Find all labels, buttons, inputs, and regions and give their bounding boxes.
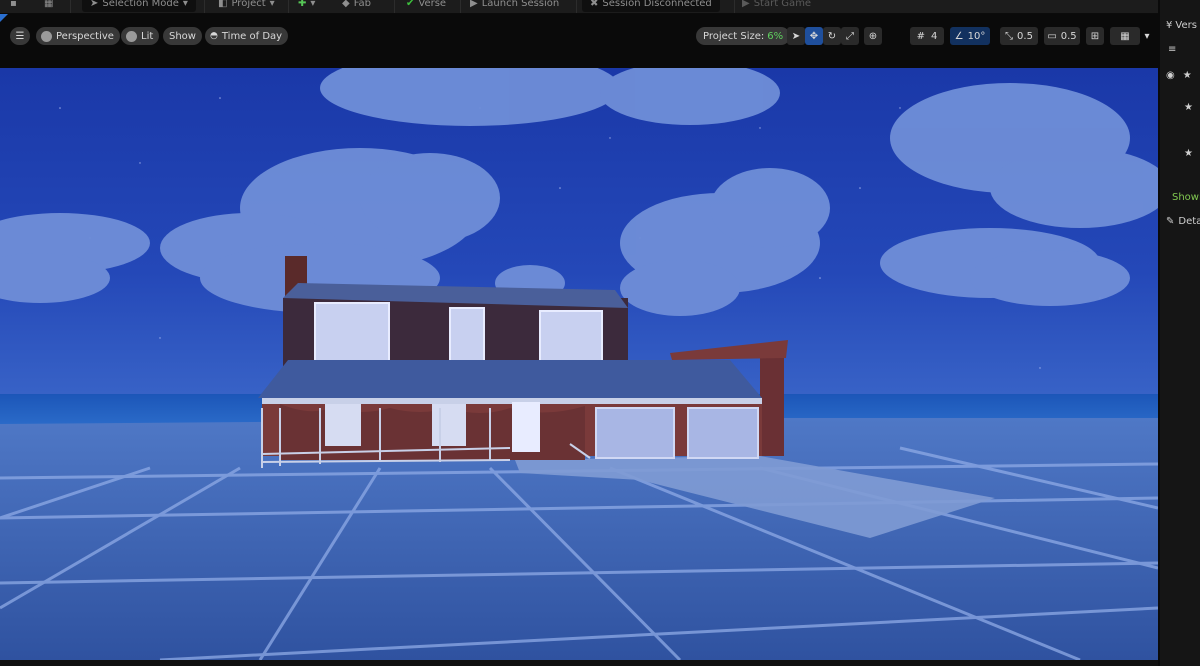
fab-button[interactable]: ◆ Fab [342,0,371,12]
viewport-toolbar: ☰ Perspective Lit Show ◓ Time of Day Pro… [0,14,1158,68]
right-side-panel: ¥ Vers ≡ ◉ ★ ★ ★ Showi ✎ Deta [1158,0,1200,666]
divider [204,0,205,13]
globe-icon: ⊕ [868,30,878,42]
fab-icon: ◆ [342,0,350,9]
scale-icon: ⤢ [846,30,854,42]
chevron-down-icon: ▾ [182,0,188,9]
details-tab[interactable]: ✎ Deta [1160,216,1200,227]
angle-icon: ∠ [954,30,964,42]
level-viewport[interactable] [0,68,1158,660]
filter-button[interactable]: ≡ [1160,44,1200,55]
scene-render [0,68,1158,660]
time-of-day-button[interactable]: ◓ Time of Day [205,27,289,45]
start-game-button[interactable]: ▶ Start Game [742,0,811,12]
plus-icon: ✚ [298,0,307,9]
filter-icon: ≡ [1168,44,1177,55]
showing-count: Showi [1172,192,1200,203]
grid-icon: # [916,30,925,42]
viewport-layout-button[interactable]: ▦ [1110,27,1140,45]
launch-session-button[interactable]: ▶ Launch Session [470,0,559,12]
divider [288,0,289,13]
angle-snap-button[interactable]: ∠ 10° [950,27,990,45]
rotate-icon: ↻ [827,30,837,42]
move-icon: ✥ [809,30,819,42]
verse-panel-tab[interactable]: ¥ Vers [1160,20,1200,31]
chevron-down-icon: ▾ [269,0,275,9]
layout-grid-icon: ▦ [1120,30,1130,42]
camera-speed-button[interactable]: ▭ 0.5 [1044,27,1080,45]
cube-icon [41,30,52,42]
project-icon: ◧ [218,0,228,9]
verse-button[interactable]: ✔ Verse [406,0,446,12]
launch-icon: ▶ [470,0,478,9]
divider [734,0,735,13]
translate-tool-button[interactable]: ✥ [805,27,823,45]
divider [70,0,71,13]
project-button[interactable]: ◧ Project ▾ [218,0,275,12]
star-icon[interactable]: ★ [1183,70,1192,81]
lit-button[interactable]: Lit [121,27,160,45]
perspective-button[interactable]: Perspective [36,27,120,45]
layout-icon: ⊞ [1090,30,1100,42]
disconnect-icon: ✖ [590,0,599,9]
layout-dropdown[interactable]: ▾ [1140,27,1154,45]
verse-panel-icon: ¥ [1166,20,1173,31]
scale-snap-button[interactable]: ⤡ 0.5 [1000,27,1038,45]
divider [394,0,395,13]
select-mode-icon: ➤ [90,0,99,9]
verse-icon: ✔ [406,0,415,9]
content-browser-icon[interactable]: ▦ [44,0,53,12]
selection-mode-button[interactable]: ➤ Selection Mode ▾ [82,0,196,12]
light-icon [126,30,137,42]
star-icon[interactable]: ★ [1160,148,1200,159]
main-toolbar: ▪ ▦ ➤ Selection Mode ▾ ◧ Project ▾ ✚ ▾ ◆… [0,0,1158,14]
eye-icon[interactable]: ◉ [1166,70,1175,81]
star-icon[interactable]: ★ [1160,102,1200,113]
grid-snap-button[interactable]: # 4 [910,27,944,45]
chevron-down-icon: ▾ [310,0,316,9]
pencil-icon: ✎ [1166,216,1175,227]
play-icon: ▶ [742,0,750,9]
viewport-bottom-border [0,660,1158,666]
project-size-indicator[interactable]: Project Size: 6% [696,27,791,45]
add-button[interactable]: ✚ ▾ [298,0,315,12]
divider [576,0,577,13]
cursor-icon: ➤ [791,30,801,42]
chevron-down-icon: ▾ [1144,30,1150,42]
sun-icon: ◓ [210,31,218,41]
maximize-viewport-button[interactable]: ⊞ [1086,27,1104,45]
world-space-button[interactable]: ⊕ [864,27,882,45]
viewport-menu-button[interactable]: ☰ [10,27,30,45]
divider [460,0,461,13]
viewport-corner-marker [0,14,8,22]
select-tool-button[interactable]: ➤ [787,27,805,45]
save-icon[interactable]: ▪ [10,0,17,12]
scale-tool-button[interactable]: ⤢ [841,27,859,45]
session-status-button[interactable]: ✖ Session Disconnected [582,0,720,12]
show-button[interactable]: Show [163,27,202,45]
hamburger-icon: ☰ [15,30,25,42]
scale-snap-icon: ⤡ [1005,30,1014,42]
outliner-header: ◉ ★ [1160,70,1200,81]
rotate-tool-button[interactable]: ↻ [823,27,841,45]
camera-icon: ▭ [1047,30,1057,42]
